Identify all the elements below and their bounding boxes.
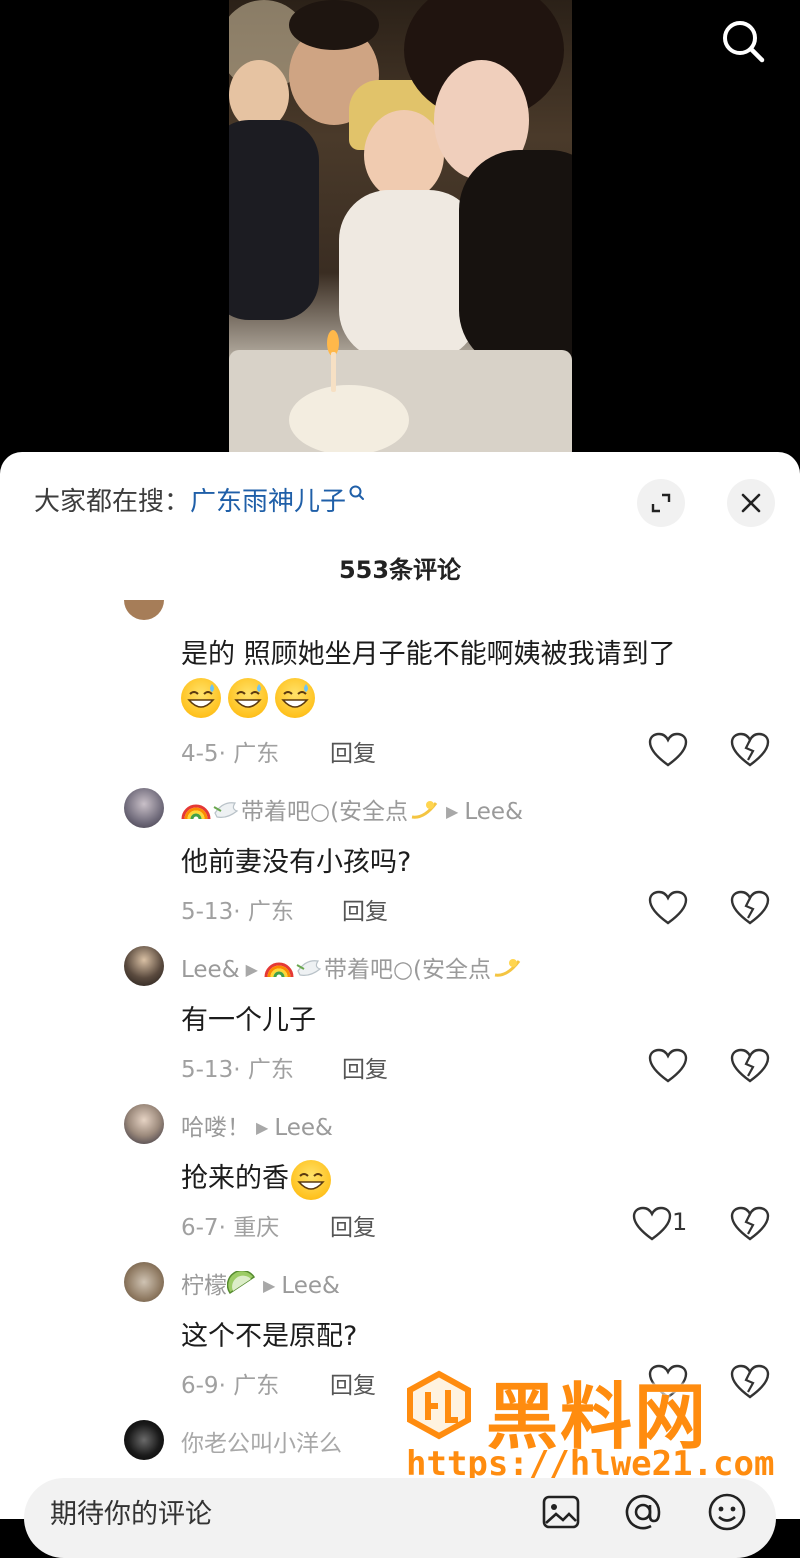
comment-text: 是的 照顾她坐月子能不能啊姨被我请到了: [181, 639, 676, 670]
close-icon: [741, 493, 761, 513]
dislike-button[interactable]: [730, 1048, 770, 1084]
rainbow-emoji: [181, 804, 211, 819]
comment-input-placeholder: 期待你的评论: [50, 1499, 212, 1530]
reply-button[interactable]: 回复: [342, 1050, 388, 1084]
comment-username[interactable]: 柠檬: [181, 1273, 227, 1299]
avatar[interactable]: [124, 946, 164, 986]
expand-button[interactable]: [637, 479, 685, 527]
comment-text: 这个不是原配?: [181, 1321, 358, 1352]
dislike-button[interactable]: [730, 1206, 770, 1242]
emoji-button[interactable]: [705, 1490, 749, 1534]
reply-to-user[interactable]: Lee&: [281, 1273, 340, 1299]
reply-button[interactable]: 回复: [330, 734, 376, 768]
grin-sweat-emoji: [275, 678, 315, 718]
like-button[interactable]: [648, 890, 688, 926]
comment-date: 4-5· 广东: [181, 741, 280, 767]
comment-user-line: Lee& ▶ 带着吧○(安全点: [181, 950, 523, 984]
like-button[interactable]: [632, 1206, 672, 1242]
dislike-button[interactable]: [730, 1364, 770, 1400]
comment-text: 有一个儿子: [181, 1005, 316, 1036]
comment-text: 他前妻没有小孩吗?: [181, 847, 412, 878]
comment-username[interactable]: Lee&: [181, 957, 240, 983]
comment-username[interactable]: 带着吧○(安全点: [241, 799, 408, 825]
comment-count: 553条评论: [338, 556, 462, 584]
at-icon: [625, 1494, 661, 1530]
reply-arrow-icon: ▶: [245, 960, 258, 979]
reply-to-user[interactable]: Lee&: [274, 1115, 333, 1141]
like-button[interactable]: [648, 732, 688, 768]
video-frame[interactable]: [229, 0, 572, 455]
reply-to-user[interactable]: 带着吧○(安全点: [324, 957, 491, 983]
mention-button[interactable]: [621, 1490, 665, 1534]
comment-user-line: 柠檬 ▶ Lee&: [181, 1266, 340, 1300]
reply-button[interactable]: 回复: [342, 892, 388, 926]
broken-heart-icon: [730, 1364, 770, 1399]
comment-user-line: 哈喽！ ▶ Lee&: [181, 1108, 333, 1142]
search-small-icon: [349, 485, 365, 500]
reply-button[interactable]: 回复: [330, 1366, 376, 1400]
avatar[interactable]: [124, 1262, 164, 1302]
emoji-face-icon: [708, 1493, 746, 1531]
comment-date: 5-13· 广东: [181, 1057, 294, 1083]
heart-icon: [648, 890, 688, 925]
avatar[interactable]: [124, 600, 164, 620]
trending-search[interactable]: 大家都在搜：广东雨神儿子: [34, 482, 366, 522]
search-icon: [723, 21, 765, 63]
like-button[interactable]: [648, 1048, 688, 1084]
comment-date: 5-13· 广东: [181, 899, 294, 925]
avatar[interactable]: [124, 788, 164, 828]
search-button[interactable]: [716, 14, 770, 68]
heart-icon: [648, 732, 688, 767]
reply-arrow-icon: ▶: [446, 802, 459, 821]
grin-sweat-emoji: [228, 678, 268, 718]
comment-input[interactable]: 期待你的评论: [24, 1478, 776, 1558]
dizzy-emoji: [494, 958, 521, 977]
lime-emoji: [227, 1270, 256, 1294]
video-player[interactable]: [0, 0, 800, 470]
image-button[interactable]: [539, 1490, 583, 1534]
image-icon: [542, 1495, 580, 1529]
heart-icon: [632, 1206, 672, 1241]
broken-heart-icon: [730, 732, 770, 767]
dove-emoji: [296, 959, 322, 976]
grin-emoji: [291, 1159, 331, 1200]
dislike-button[interactable]: [730, 890, 770, 926]
broken-heart-icon: [730, 890, 770, 925]
heart-icon: [648, 1048, 688, 1083]
comment-username[interactable]: 哈喽！: [181, 1115, 250, 1141]
comment-date: 6-7· 重庆: [181, 1215, 280, 1241]
like-button[interactable]: [648, 1364, 688, 1400]
dizzy-emoji: [411, 800, 438, 819]
comment-sheet: 大家都在搜：广东雨神儿子 553条评论 是的 照顾她坐月子能不能啊姨被我请到了: [0, 452, 800, 1519]
reply-arrow-icon: ▶: [256, 1118, 269, 1137]
reply-to-user[interactable]: Lee&: [464, 799, 523, 825]
reply-arrow-icon: ▶: [263, 1276, 276, 1295]
reply-button[interactable]: 回复: [330, 1208, 376, 1242]
comment-text: 抢来的香: [181, 1156, 338, 1200]
comment-text: 你老公叫小洋么: [181, 1431, 342, 1457]
grin-sweat-emoji: [181, 678, 221, 718]
comment-date: 6-9· 广东: [181, 1373, 280, 1399]
rainbow-emoji: [264, 962, 294, 977]
close-button[interactable]: [727, 479, 775, 527]
trending-prefix: 大家都在搜：: [34, 487, 191, 517]
broken-heart-icon: [730, 1206, 770, 1241]
like-count: 1: [672, 1208, 688, 1236]
heart-icon: [648, 1364, 688, 1399]
comment-emoji-line: [181, 678, 322, 718]
broken-heart-icon: [730, 1048, 770, 1083]
dislike-button[interactable]: [730, 732, 770, 768]
comment-user-line: 带着吧○(安全点 ▶ Lee&: [181, 792, 523, 826]
expand-icon: [651, 493, 671, 513]
avatar[interactable]: [124, 1420, 164, 1460]
dove-emoji: [213, 801, 239, 818]
trending-query-link[interactable]: 广东雨神儿子: [190, 487, 346, 517]
avatar[interactable]: [124, 1104, 164, 1144]
